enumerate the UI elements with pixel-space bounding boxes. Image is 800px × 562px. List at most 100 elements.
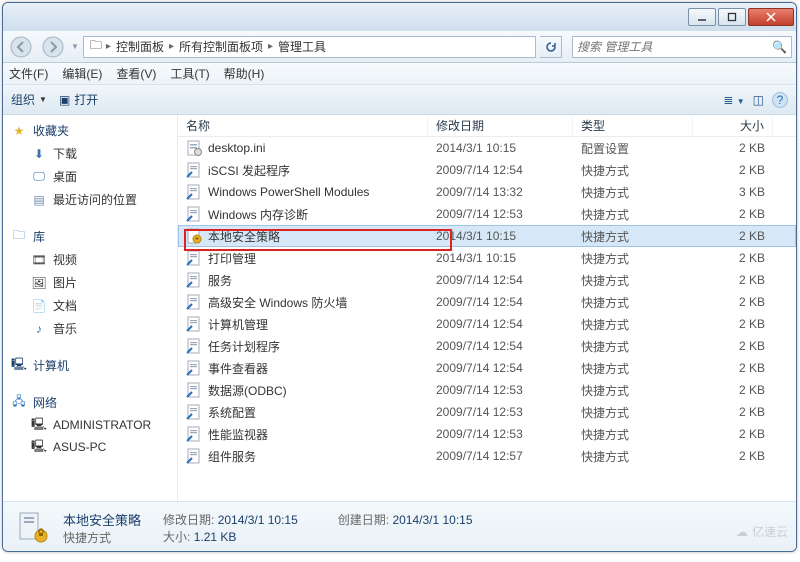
file-date: 2014/3/1 10:15 xyxy=(428,141,573,155)
file-row[interactable]: iSCSI 发起程序2009/7/14 12:54快捷方式2 KB xyxy=(178,159,796,181)
sidebar-item-pictures[interactable]: 🖼图片 xyxy=(3,271,177,294)
details-icon xyxy=(13,508,53,548)
file-type: 快捷方式 xyxy=(573,294,693,311)
file-size: 2 KB xyxy=(693,405,773,419)
file-row[interactable]: Windows PowerShell Modules2009/7/14 13:3… xyxy=(178,181,796,203)
file-name: Windows PowerShell Modules xyxy=(208,185,369,199)
minimize-button[interactable] xyxy=(688,8,716,26)
search-icon[interactable]: 🔍 xyxy=(772,40,787,54)
view-mode-button[interactable]: ≣ ▼ xyxy=(723,93,744,107)
file-type: 配置设置 xyxy=(573,140,693,157)
menu-view[interactable]: 查看(V) xyxy=(116,65,156,82)
file-row[interactable]: 服务2009/7/14 12:54快捷方式2 KB xyxy=(178,269,796,291)
sidebar-item-desktop[interactable]: 🖵桌面 xyxy=(3,165,177,188)
breadcrumb-sep-icon[interactable]: ▸ xyxy=(268,41,273,52)
file-row[interactable]: 打印管理2014/3/1 10:15快捷方式2 KB xyxy=(178,247,796,269)
file-name: 性能监视器 xyxy=(208,426,268,443)
breadcrumb-item[interactable]: 控制面板 xyxy=(113,38,167,55)
file-icon xyxy=(186,404,202,420)
file-type: 快捷方式 xyxy=(573,206,693,223)
file-type: 快捷方式 xyxy=(573,338,693,355)
file-type: 快捷方式 xyxy=(573,404,693,421)
explorer-window: ▼ 🗀 ▸ 控制面板 ▸ 所有控制面板项 ▸ 管理工具 🔍 文件(F) 编辑(E… xyxy=(2,2,797,552)
command-bar: 组织 ▼ ▣打开 ≣ ▼ ◫ ? xyxy=(3,85,796,115)
file-name: iSCSI 发起程序 xyxy=(208,162,290,179)
file-row[interactable]: 数据源(ODBC)2009/7/14 12:53快捷方式2 KB xyxy=(178,379,796,401)
file-row[interactable]: 组件服务2009/7/14 12:57快捷方式2 KB xyxy=(178,445,796,467)
forward-button[interactable] xyxy=(39,34,67,60)
file-row[interactable]: 系统配置2009/7/14 12:53快捷方式2 KB xyxy=(178,401,796,423)
search-input[interactable] xyxy=(577,40,772,54)
back-button[interactable] xyxy=(7,34,35,60)
sidebar-network[interactable]: 🖧网络 xyxy=(3,391,177,414)
sidebar-item-recent[interactable]: ▤最近访问的位置 xyxy=(3,188,177,211)
file-row[interactable]: 性能监视器2009/7/14 12:53快捷方式2 KB xyxy=(178,423,796,445)
breadcrumb-sep-icon[interactable]: ▸ xyxy=(106,41,111,52)
file-row[interactable]: 本地安全策略2014/3/1 10:15快捷方式2 KB xyxy=(178,225,796,247)
column-headers: 名称 修改日期 类型 大小 xyxy=(178,115,796,137)
sidebar-libraries[interactable]: 🗀库 xyxy=(3,225,177,248)
file-name: 组件服务 xyxy=(208,448,256,465)
file-date: 2009/7/14 12:54 xyxy=(428,317,573,331)
file-size: 2 KB xyxy=(693,207,773,221)
file-icon xyxy=(186,316,202,332)
menu-help[interactable]: 帮助(H) xyxy=(224,65,265,82)
file-date: 2014/3/1 10:15 xyxy=(428,251,573,265)
file-icon xyxy=(186,360,202,376)
sidebar-computer[interactable]: 🖳计算机 xyxy=(3,354,177,377)
window-titlebar[interactable] xyxy=(3,3,796,31)
maximize-button[interactable] xyxy=(718,8,746,26)
details-size-value: 1.21 KB xyxy=(194,530,237,544)
file-row[interactable]: 计算机管理2009/7/14 12:54快捷方式2 KB xyxy=(178,313,796,335)
file-icon xyxy=(186,448,202,464)
file-name: 服务 xyxy=(208,272,232,289)
preview-pane-button[interactable]: ◫ xyxy=(753,93,764,107)
computer-icon: 🖳 xyxy=(11,358,27,374)
search-box[interactable]: 🔍 xyxy=(572,36,792,58)
menu-file[interactable]: 文件(F) xyxy=(9,65,48,82)
history-dropdown-icon[interactable]: ▼ xyxy=(71,42,79,51)
column-date[interactable]: 修改日期 xyxy=(428,115,573,136)
file-row[interactable]: 任务计划程序2009/7/14 12:54快捷方式2 KB xyxy=(178,335,796,357)
file-row[interactable]: desktop.ini2014/3/1 10:15配置设置2 KB xyxy=(178,137,796,159)
breadcrumb-item[interactable]: 管理工具 xyxy=(275,38,329,55)
file-size: 2 KB xyxy=(693,449,773,463)
column-name[interactable]: 名称 xyxy=(178,115,428,136)
sidebar-item-documents[interactable]: 📄文档 xyxy=(3,294,177,317)
file-rows: desktop.ini2014/3/1 10:15配置设置2 KBiSCSI 发… xyxy=(178,137,796,501)
file-row[interactable]: 事件查看器2009/7/14 12:54快捷方式2 KB xyxy=(178,357,796,379)
close-button[interactable] xyxy=(748,8,794,26)
open-icon: ▣ xyxy=(59,93,70,107)
refresh-button[interactable] xyxy=(540,36,562,58)
sidebar-item-network-pc[interactable]: 🖳ADMINISTRATOR xyxy=(3,414,177,436)
details-pane: 本地安全策略 快捷方式 修改日期: 2014/3/1 10:15 大小: 1.2… xyxy=(3,501,796,552)
file-list: 名称 修改日期 类型 大小 desktop.ini2014/3/1 10:15配… xyxy=(178,115,796,501)
help-button[interactable]: ? xyxy=(772,92,788,108)
sidebar-item-videos[interactable]: 🎞视频 xyxy=(3,248,177,271)
column-type[interactable]: 类型 xyxy=(573,115,693,136)
address-bar[interactable]: 🗀 ▸ 控制面板 ▸ 所有控制面板项 ▸ 管理工具 xyxy=(83,36,536,58)
file-icon xyxy=(186,206,202,222)
sidebar-item-network-pc[interactable]: 🖳ASUS-PC xyxy=(3,436,177,458)
sidebar-item-downloads[interactable]: ⬇下载 xyxy=(3,142,177,165)
breadcrumb-item[interactable]: 所有控制面板项 xyxy=(176,38,266,55)
organize-button[interactable]: 组织 ▼ xyxy=(11,91,47,108)
file-icon xyxy=(186,294,202,310)
file-icon xyxy=(186,162,202,178)
file-type: 快捷方式 xyxy=(573,162,693,179)
navigation-pane: ★收藏夹 ⬇下载 🖵桌面 ▤最近访问的位置 🗀库 🎞视频 🖼图片 📄文档 ♪音乐… xyxy=(3,115,178,501)
navigation-bar: ▼ 🗀 ▸ 控制面板 ▸ 所有控制面板项 ▸ 管理工具 🔍 xyxy=(3,31,796,63)
menu-edit[interactable]: 编辑(E) xyxy=(62,65,102,82)
sidebar-item-music[interactable]: ♪音乐 xyxy=(3,317,177,340)
column-size[interactable]: 大小 xyxy=(693,115,773,136)
breadcrumb-sep-icon[interactable]: ▸ xyxy=(169,41,174,52)
open-button[interactable]: ▣打开 xyxy=(59,91,98,108)
file-row[interactable]: Windows 内存诊断2009/7/14 12:53快捷方式2 KB xyxy=(178,203,796,225)
menu-tools[interactable]: 工具(T) xyxy=(170,65,209,82)
file-name: 打印管理 xyxy=(208,250,256,267)
file-row[interactable]: 高级安全 Windows 防火墙2009/7/14 12:54快捷方式2 KB xyxy=(178,291,796,313)
file-name: 计算机管理 xyxy=(208,316,268,333)
pc-icon: 🖳 xyxy=(31,439,47,455)
file-name: 系统配置 xyxy=(208,404,256,421)
sidebar-favorites[interactable]: ★收藏夹 xyxy=(3,119,177,142)
